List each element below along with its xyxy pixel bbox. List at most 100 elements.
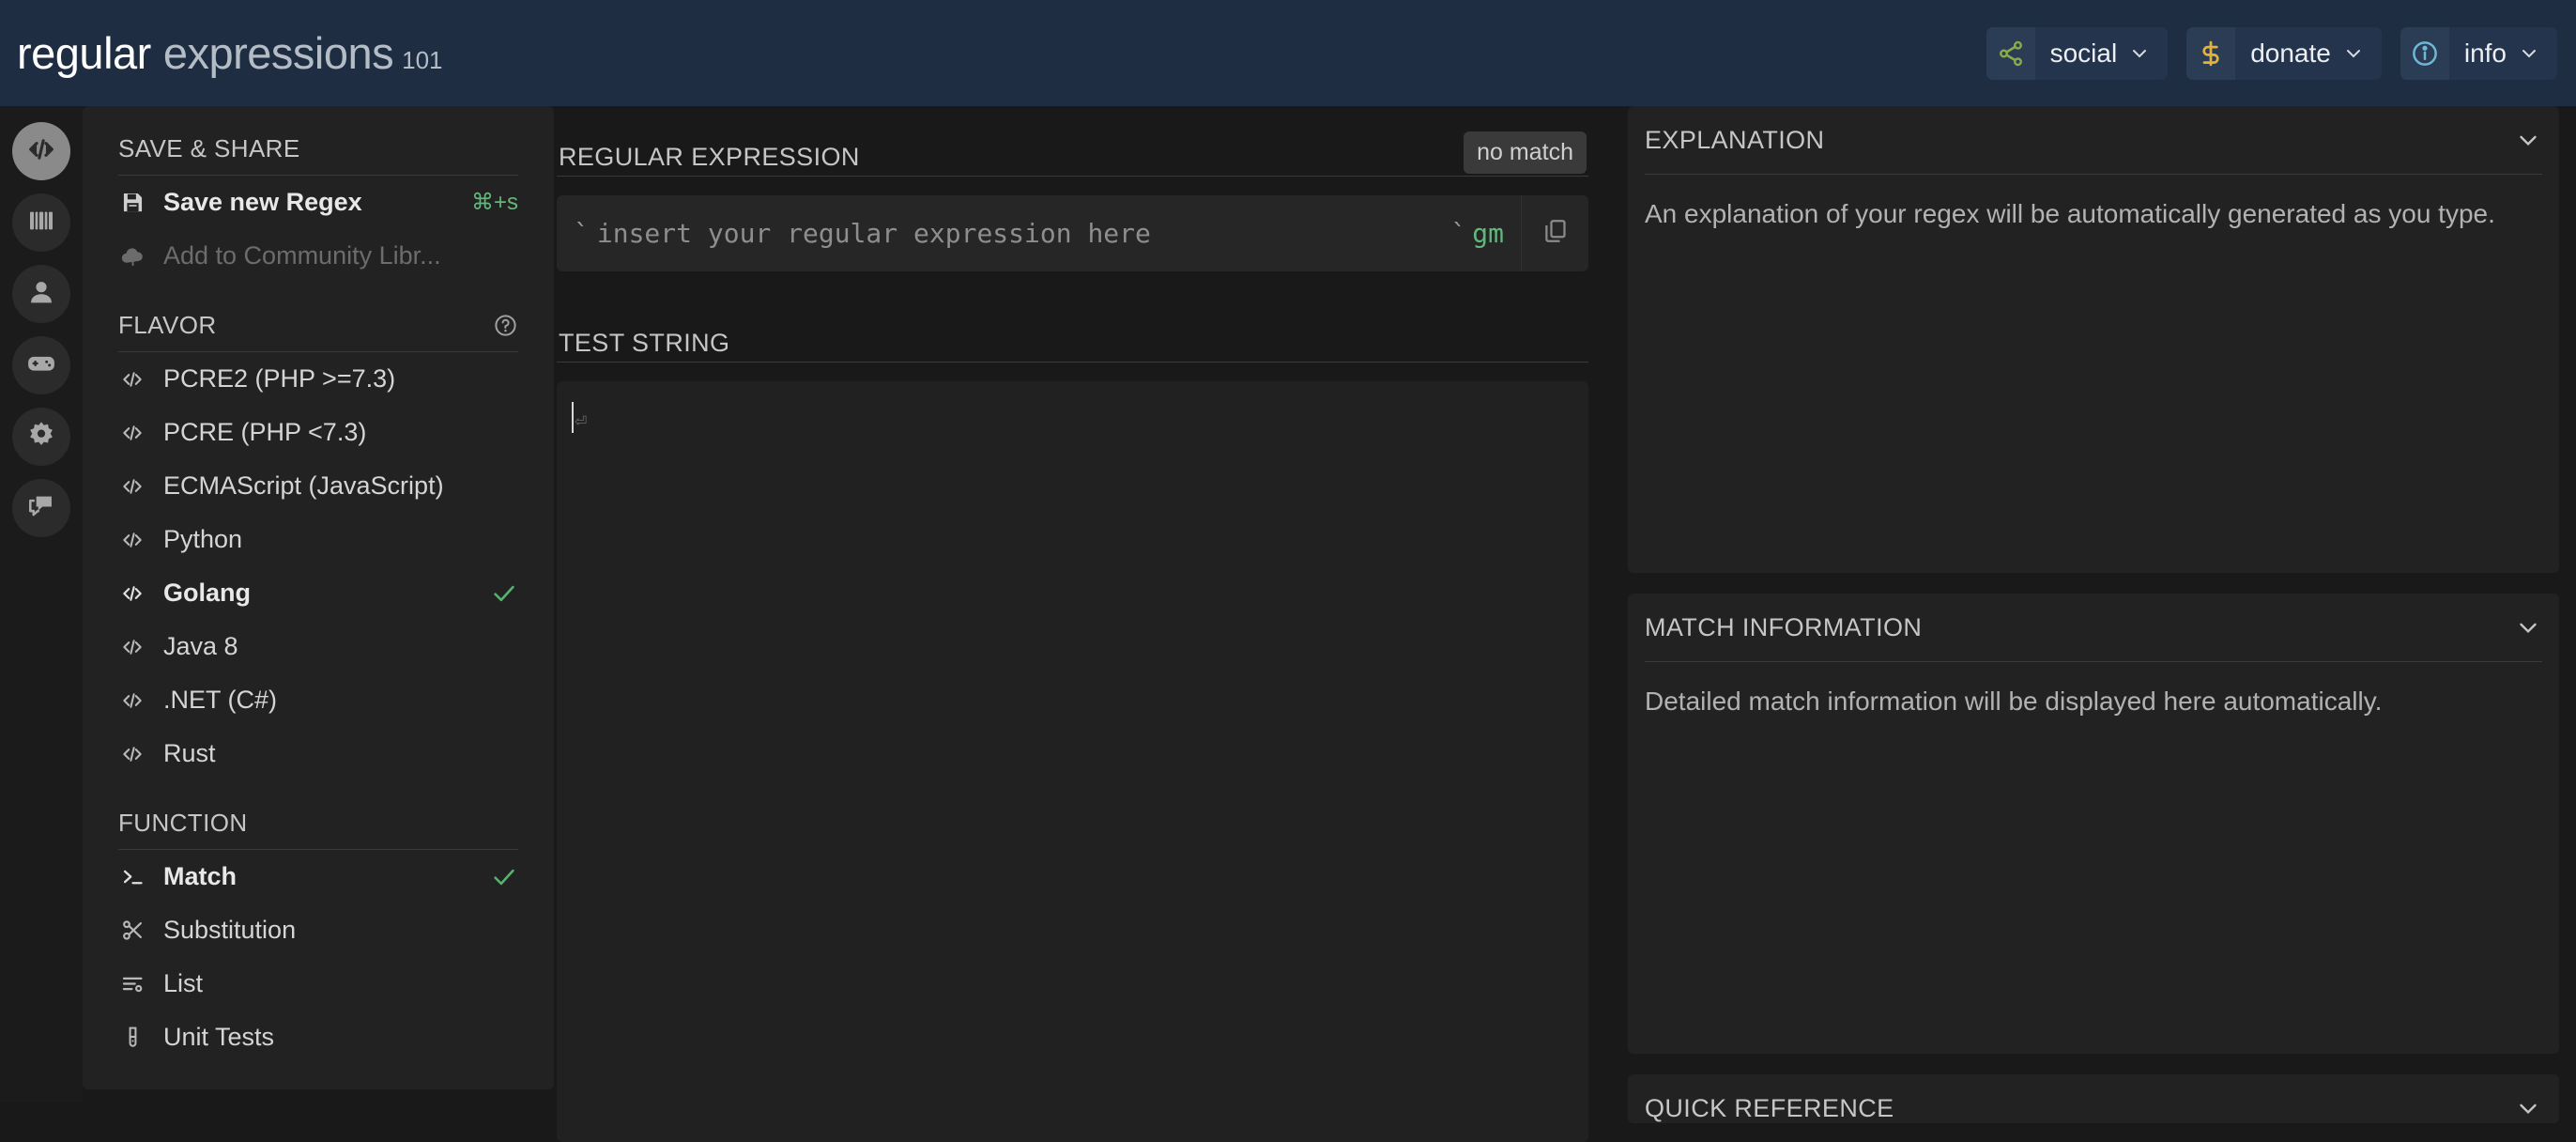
regular-expression-header: REGULAR EXPRESSION no match [557, 106, 1588, 176]
chevron-down-icon [2128, 42, 2168, 65]
copy-icon [1541, 217, 1570, 250]
scissors-icon [120, 918, 163, 943]
code-icon [120, 688, 163, 713]
nav-info-button[interactable]: info [2400, 26, 2557, 80]
flavor-item-golang[interactable]: Golang [118, 566, 518, 620]
function-item-match[interactable]: Match [118, 850, 518, 903]
rail-item-feedback[interactable] [12, 479, 70, 537]
save-new-regex-item[interactable]: Save new Regex ⌘+s [118, 176, 518, 229]
match-information-body: Detailed match information will be displ… [1645, 687, 2383, 716]
add-to-community-library-label: Add to Community Libr... [163, 241, 441, 270]
rail-item-settings[interactable] [12, 408, 70, 466]
save-new-regex-label: Save new Regex [163, 188, 362, 216]
editor-column: REGULAR EXPRESSION no match ` insert you… [554, 106, 1591, 1142]
terminal-icon [120, 864, 163, 889]
test-string-header: TEST STRING [557, 292, 1588, 362]
save-share-title: SAVE & SHARE [118, 134, 300, 162]
flavor-item-pcre[interactable]: PCRE (PHP <7.3) [118, 406, 518, 459]
save-new-regex-shortcut: ⌘+s [470, 190, 518, 215]
save-share-header: SAVE & SHARE [118, 106, 518, 163]
flavor-item-label: PCRE2 (PHP >=7.3) [163, 364, 396, 393]
regex-close-delimiter: ` [1450, 218, 1467, 249]
header-nav: social donate info [1986, 26, 2557, 80]
function-item-label: Match [163, 862, 238, 890]
left-sidebar: SAVE & SHARE Save new Regex ⌘+s Add to C… [83, 106, 554, 1089]
test-string-input[interactable]: ⏎ [557, 381, 1588, 1142]
code-icon [25, 133, 57, 170]
gamepad-icon [25, 347, 57, 384]
rail-item-editor[interactable] [12, 122, 70, 180]
share-nodes-icon [1986, 26, 2035, 80]
function-item-list[interactable]: List [118, 957, 518, 1011]
explanation-header[interactable]: EXPLANATION [1645, 106, 2542, 174]
match-status-badge: no match [1464, 131, 1587, 174]
save-new-regex-shortcut-wrap: ⌘+s [471, 189, 518, 216]
code-icon [120, 742, 163, 766]
explanation-body: An explanation of your regex will be aut… [1645, 199, 2495, 228]
regex-open-delimiter: ` [574, 218, 590, 249]
explanation-title: EXPLANATION [1645, 125, 1825, 154]
function-item-substitution[interactable]: Substitution [118, 903, 518, 957]
chevron-down-icon[interactable] [2514, 1094, 2542, 1122]
function-item-label: Substitution [163, 916, 297, 944]
function-item-label: List [163, 969, 204, 997]
check-icon [494, 585, 514, 601]
info-column: EXPLANATION An explanation of your regex… [1611, 106, 2576, 1123]
gear-icon [26, 420, 56, 455]
regex-input-row: ` insert your regular expression here ` … [557, 195, 1588, 271]
account-icon [26, 277, 56, 312]
code-icon [120, 581, 163, 606]
chevron-down-icon [2342, 42, 2382, 65]
app-logo[interactable]: regular expressions 101 [17, 27, 443, 79]
chat-icon [26, 491, 56, 526]
flavor-item-pcre2[interactable]: PCRE2 (PHP >=7.3) [118, 352, 518, 406]
icon-rail [0, 106, 83, 1103]
logo-word-regular: regular [17, 28, 151, 78]
code-icon [120, 635, 163, 659]
list-settings-icon [120, 971, 163, 996]
cloud-upload-icon [120, 243, 163, 269]
flavor-item-label: ECMAScript (JavaScript) [163, 471, 444, 500]
add-to-community-library-item[interactable]: Add to Community Libr... [118, 229, 518, 283]
flavor-header: FLAVOR [118, 283, 518, 340]
nav-social-label: social [2049, 38, 2118, 68]
nav-info-label: info [2463, 38, 2507, 68]
match-information-title: MATCH INFORMATION [1645, 612, 1923, 641]
chevron-down-icon[interactable] [2514, 613, 2542, 641]
nav-donate-button[interactable]: donate [2186, 26, 2382, 80]
quick-reference-header[interactable]: QUICK REFERENCE [1645, 1074, 2542, 1123]
function-selected-indicator [490, 863, 518, 891]
nav-social-button[interactable]: social [1986, 26, 2169, 80]
flavor-item-rust[interactable]: Rust [118, 727, 518, 780]
rail-item-library[interactable] [12, 193, 70, 252]
library-icon [26, 206, 56, 240]
help-circle-icon[interactable] [493, 313, 518, 338]
regex-flags[interactable]: gm [1472, 218, 1504, 249]
nav-donate-label: donate [2250, 38, 2331, 68]
function-header: FUNCTION [118, 780, 518, 838]
flavor-item-label: PCRE (PHP <7.3) [163, 418, 367, 446]
flavor-item-label: Golang [163, 579, 251, 607]
flavor-item-label: Rust [163, 739, 216, 767]
function-title: FUNCTION [118, 809, 248, 837]
flavor-item-ecmascript[interactable]: ECMAScript (JavaScript) [118, 459, 518, 513]
chevron-down-icon[interactable] [2514, 126, 2542, 154]
info-circle-icon [2400, 26, 2449, 80]
logo-word-expressions: expressions [162, 28, 394, 78]
regex-input[interactable]: ` insert your regular expression here ` … [557, 195, 1521, 271]
function-item-unit-tests[interactable]: Unit Tests [118, 1011, 518, 1064]
rail-item-account[interactable] [12, 265, 70, 323]
flavor-item-label: Java 8 [163, 632, 238, 660]
chevron-down-icon [2518, 42, 2557, 65]
app-header: regular expressions 101 social donate in… [0, 0, 2576, 106]
divider [557, 362, 1588, 363]
dollar-sign-icon [2186, 26, 2236, 80]
text-cursor [572, 402, 574, 433]
flavor-item-label: Python [163, 525, 243, 553]
rail-item-regex-quiz[interactable] [12, 336, 70, 394]
copy-regex-button[interactable] [1521, 195, 1588, 271]
match-information-header[interactable]: MATCH INFORMATION [1645, 594, 2542, 661]
flavor-item-java8[interactable]: Java 8 [118, 620, 518, 673]
flavor-item-dotnet[interactable]: .NET (C#) [118, 673, 518, 727]
flavor-item-python[interactable]: Python [118, 513, 518, 566]
